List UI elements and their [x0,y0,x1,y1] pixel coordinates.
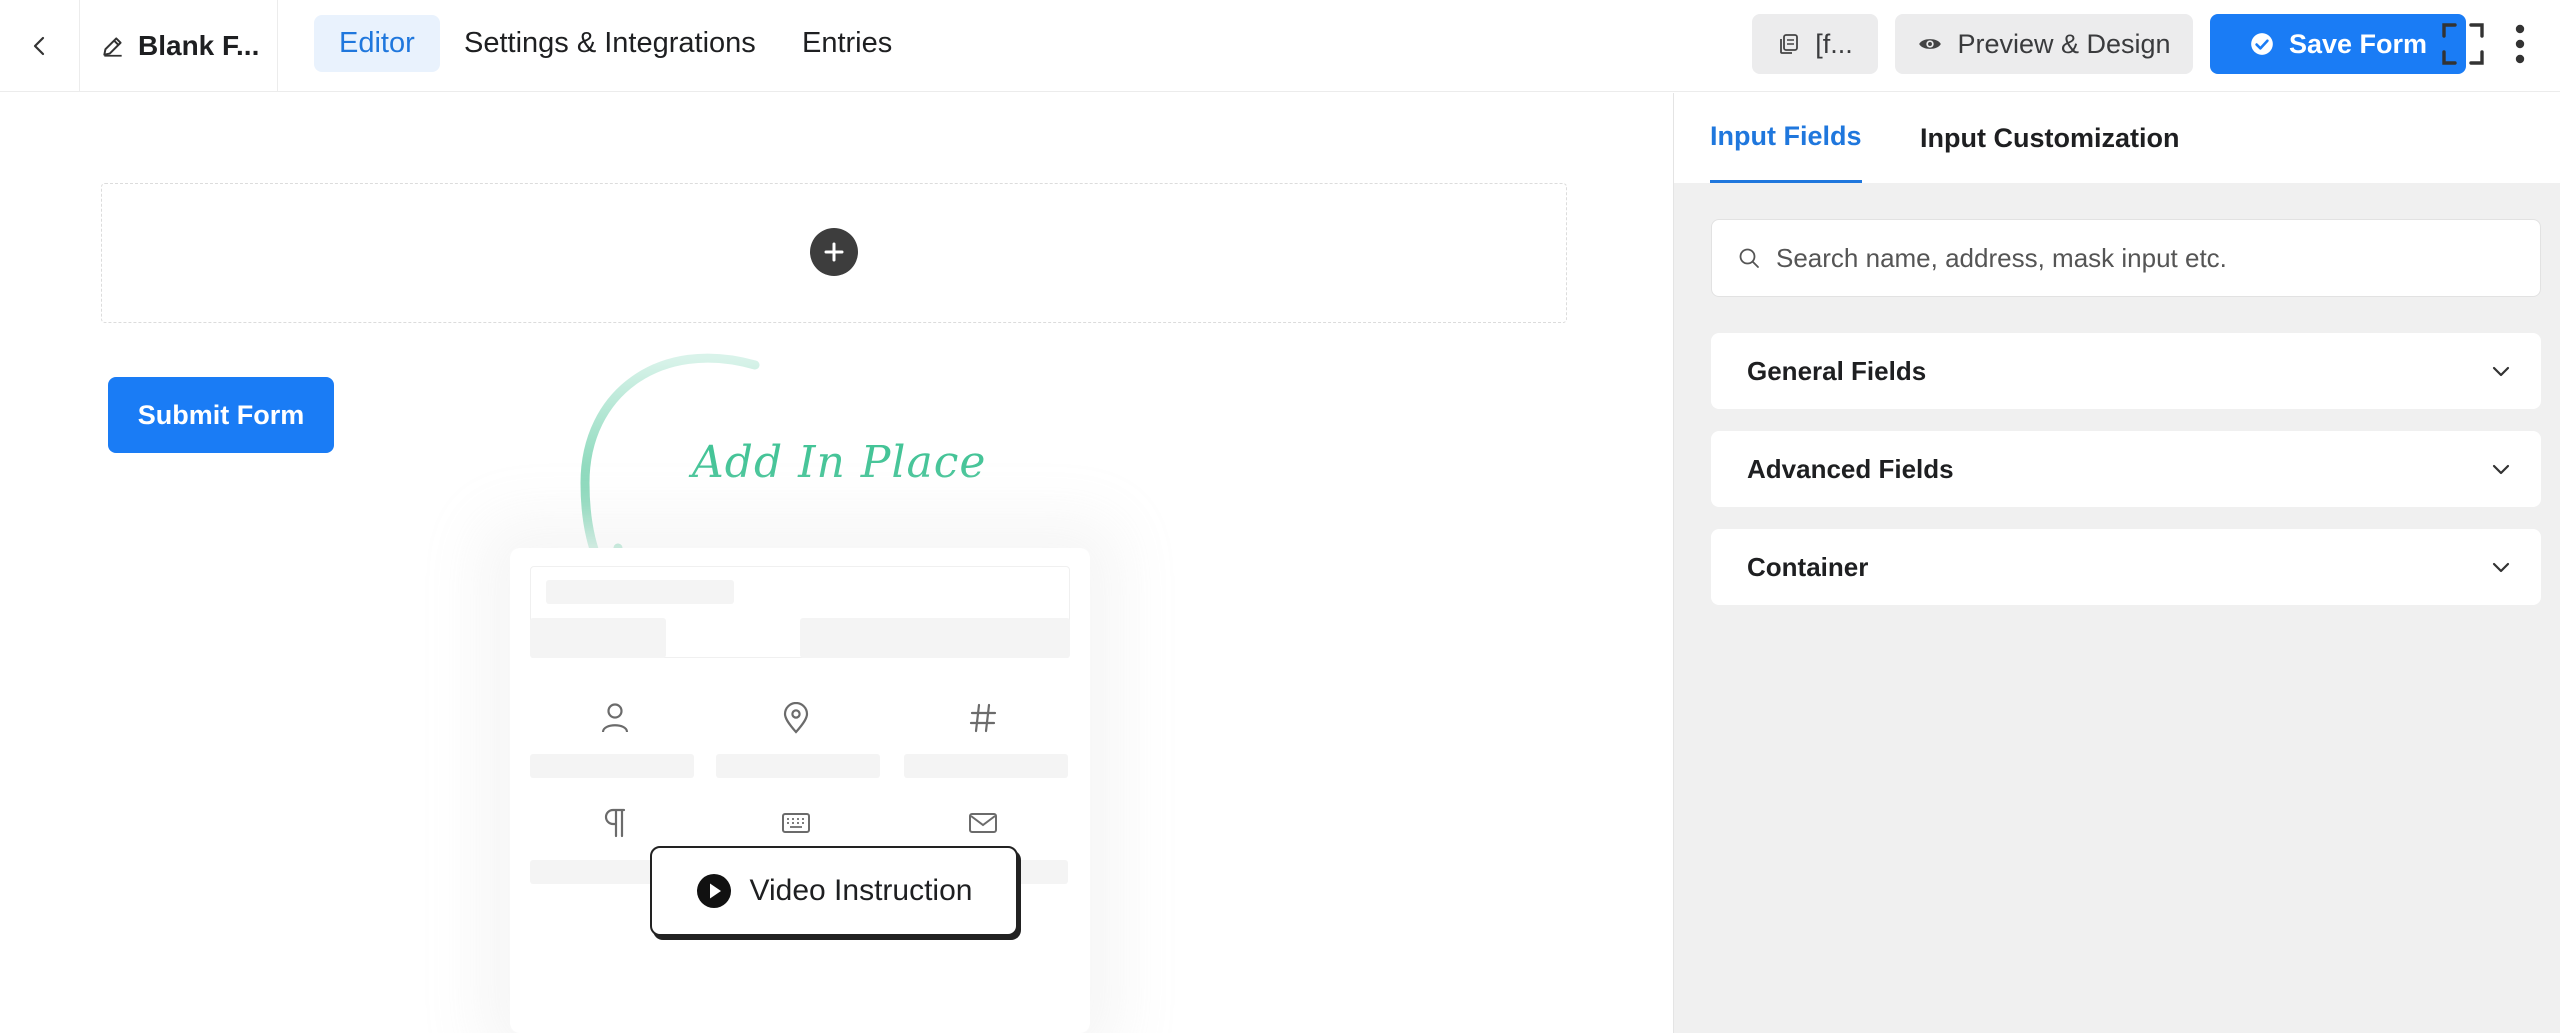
more-vertical-icon [2515,24,2525,64]
plus-icon [824,242,844,262]
tab-editor[interactable]: Editor [314,15,440,72]
preview-design-button[interactable]: Preview & Design [1895,14,2193,74]
field-search [1711,219,2541,297]
tab-input-customization-label: Input Customization [1920,122,2180,153]
illustration-placeholder [530,754,694,778]
tab-input-customization[interactable]: Input Customization [1920,93,2179,183]
section-advanced-fields[interactable]: Advanced Fields [1711,431,2541,507]
user-icon [595,698,635,738]
video-instruction-button[interactable]: Video Instruction [650,846,1018,936]
tab-settings-integrations[interactable]: Settings & Integrations [439,15,781,72]
paragraph-icon [595,803,635,843]
fullscreen-button[interactable] [2440,14,2486,74]
illustration-placeholder [546,580,734,604]
right-sidebar: Input Fields Input Customization General… [1673,93,2560,1033]
chevron-down-icon [2492,366,2510,377]
section-container-label: Container [1747,551,1869,582]
copy-icon [1780,34,1799,54]
form-title-text: Blank F... [138,30,260,61]
fields-illustration [510,548,1090,1033]
form-title[interactable]: Blank F... [80,0,278,92]
play-icon [696,874,731,908]
search-input[interactable] [1776,242,2496,274]
shortcode-label: [f... [1815,28,1853,59]
field-dropzone[interactable] [101,183,1567,323]
chevron-down-icon [2492,562,2510,573]
keyboard-icon [776,803,816,843]
illustration-placeholder [904,754,1068,778]
section-container[interactable]: Container [1711,529,2541,605]
preview-label: Preview & Design [1957,28,2171,59]
tab-settings-label: Settings & Integrations [464,27,756,59]
submit-form-label: Submit Form [137,399,305,430]
illustration-placeholder [716,754,880,778]
eye-icon [1919,39,1942,49]
add-in-place-hint: Add In Place [692,437,987,488]
back-button[interactable] [0,0,80,92]
top-bar: Blank F... Editor Settings & Integration… [0,0,2560,92]
save-form-label: Save Form [2288,28,2428,59]
tab-input-fields-label: Input Fields [1710,121,1862,151]
chevron-down-icon [2492,464,2510,475]
tab-entries-label: Entries [802,27,893,59]
video-instruction-label: Video Instruction [749,874,973,907]
tab-editor-label: Editor [339,27,415,59]
location-icon [776,698,816,738]
check-circle-icon [2251,33,2273,55]
shortcode-button[interactable]: [f... [1752,14,1878,74]
add-field-button[interactable] [810,228,858,276]
fullscreen-icon [2442,23,2484,65]
submit-form-button[interactable]: Submit Form [108,377,334,453]
form-editor-canvas: Submit Form Add In Place Video Instructi… [0,93,1673,1033]
illustration-placeholder [530,618,666,658]
search-icon [1739,248,1759,268]
more-options-button[interactable] [2508,14,2532,74]
pencil-icon [103,37,122,57]
section-general-fields[interactable]: General Fields [1711,333,2541,409]
illustration-placeholder [800,618,1070,658]
tab-input-fields[interactable]: Input Fields [1710,93,1862,183]
tab-entries[interactable]: Entries [777,15,917,72]
mail-icon [963,803,1003,843]
hash-icon [963,698,1003,738]
chevron-left-icon [33,36,44,56]
section-general-fields-label: General Fields [1747,355,1927,386]
sidebar-tabs: Input Fields Input Customization [1674,93,2560,183]
section-advanced-fields-label: Advanced Fields [1747,453,1954,484]
save-form-button[interactable]: Save Form [2210,14,2466,74]
